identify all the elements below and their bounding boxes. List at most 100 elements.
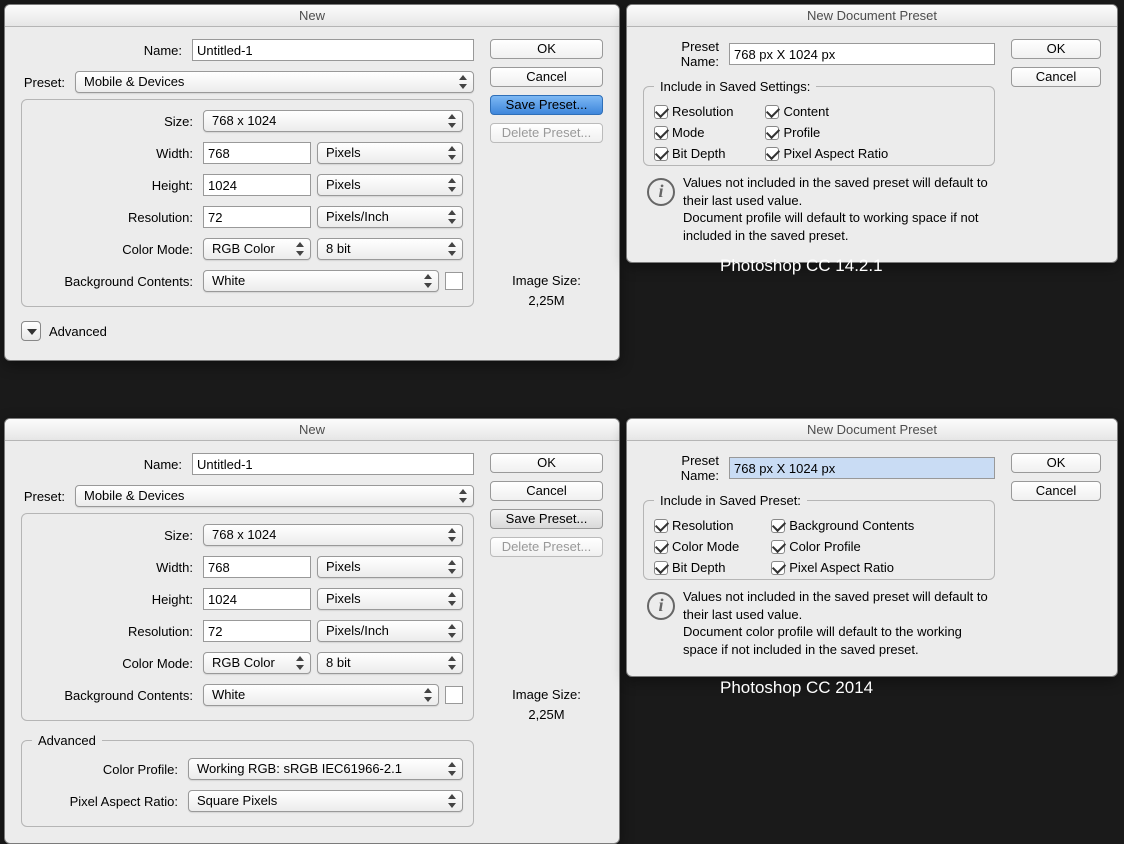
preset-select[interactable]: Mobile & Devices xyxy=(75,485,474,507)
colorprofile-checkbox[interactable] xyxy=(771,540,785,554)
width-label: Width: xyxy=(32,146,197,161)
size-label: Size: xyxy=(32,528,197,543)
preset-dialog-bottom: New Document Preset Preset Name: Include… xyxy=(626,418,1118,677)
delete-preset-button[interactable]: Delete Preset... xyxy=(490,123,603,143)
resolution-unit-select[interactable]: Pixels/Inch xyxy=(317,206,463,228)
colormode-checkbox[interactable] xyxy=(654,540,668,554)
cancel-button[interactable]: Cancel xyxy=(490,481,603,501)
name-label: Name: xyxy=(21,43,186,58)
width-unit-select[interactable]: Pixels xyxy=(317,556,463,578)
include-legend: Include in Saved Preset: xyxy=(654,493,807,508)
image-size-value: 2,25M xyxy=(490,291,603,311)
dimensions-group: Size: 768 x 1024 Width: Pixels Height: P… xyxy=(21,99,474,307)
bitdepth-checkbox[interactable] xyxy=(654,147,668,161)
mode-checkbox[interactable] xyxy=(654,126,668,140)
new-dialog-top: New Name: Preset: Mobile & Devices Size:… xyxy=(4,4,620,361)
save-preset-button[interactable]: Save Preset... xyxy=(490,509,603,529)
cancel-button[interactable]: Cancel xyxy=(490,67,603,87)
ok-button[interactable]: OK xyxy=(1011,453,1101,473)
resolution-checkbox[interactable] xyxy=(654,105,668,119)
delete-preset-button[interactable]: Delete Preset... xyxy=(490,537,603,557)
height-label: Height: xyxy=(32,592,197,607)
width-input[interactable] xyxy=(203,142,311,164)
bg-color-swatch[interactable] xyxy=(445,272,463,290)
dimensions-group: Size: 768 x 1024 Width: Pixels Height: P… xyxy=(21,513,474,721)
info-icon: i xyxy=(647,178,675,206)
preset-name-label: Preset Name: xyxy=(643,39,723,69)
name-input[interactable] xyxy=(192,453,474,475)
cancel-button[interactable]: Cancel xyxy=(1011,67,1101,87)
colormode-select[interactable]: RGB Color xyxy=(203,652,311,674)
advanced-label: Advanced xyxy=(49,324,107,339)
colormode-label: Color Mode: xyxy=(32,656,197,671)
new-dialog-bottom: New Name: Preset: Mobile & Devices Size:… xyxy=(4,418,620,844)
titlebar: New Document Preset xyxy=(627,5,1117,27)
preset-label: Preset: xyxy=(21,489,69,504)
height-input[interactable] xyxy=(203,588,311,610)
colordepth-select[interactable]: 8 bit xyxy=(317,652,463,674)
cancel-button[interactable]: Cancel xyxy=(1011,481,1101,501)
advanced-legend: Advanced xyxy=(32,733,102,748)
ok-button[interactable]: OK xyxy=(490,39,603,59)
bg-select[interactable]: White xyxy=(203,270,439,292)
version-label-top: Photoshop CC 14.2.1 xyxy=(720,256,883,276)
preset-name-input[interactable] xyxy=(729,457,995,479)
resolution-input[interactable] xyxy=(203,620,311,642)
colormode-label: Color Mode: xyxy=(32,242,197,257)
info-text: Values not included in the saved preset … xyxy=(683,588,991,658)
image-size-label: Image Size: xyxy=(490,685,603,705)
include-group: Include in Saved Preset: Resolution Colo… xyxy=(643,493,995,580)
par-checkbox[interactable] xyxy=(771,561,785,575)
info-icon: i xyxy=(647,592,675,620)
colormode-select[interactable]: RGB Color xyxy=(203,238,311,260)
bitdepth-checkbox[interactable] xyxy=(654,561,668,575)
advanced-group: Advanced Color Profile: Working RGB: sRG… xyxy=(21,733,474,827)
bg-label: Background Contents: xyxy=(32,688,197,703)
preset-label: Preset: xyxy=(21,75,69,90)
content-checkbox[interactable] xyxy=(765,105,779,119)
color-profile-select[interactable]: Working RGB: sRGB IEC61966-2.1 xyxy=(188,758,463,780)
size-select[interactable]: 768 x 1024 xyxy=(203,524,463,546)
preset-name-label: Preset Name: xyxy=(643,453,723,483)
preset-select[interactable]: Mobile & Devices xyxy=(75,71,474,93)
par-select[interactable]: Square Pixels xyxy=(188,790,463,812)
width-input[interactable] xyxy=(203,556,311,578)
name-input[interactable] xyxy=(192,39,474,61)
image-size-value: 2,25M xyxy=(490,705,603,725)
colordepth-select[interactable]: 8 bit xyxy=(317,238,463,260)
resolution-unit-select[interactable]: Pixels/Inch xyxy=(317,620,463,642)
preset-dialog-top: New Document Preset Preset Name: Include… xyxy=(626,4,1118,263)
image-size-label: Image Size: xyxy=(490,271,603,291)
include-legend: Include in Saved Settings: xyxy=(654,79,816,94)
height-unit-select[interactable]: Pixels xyxy=(317,174,463,196)
version-label-bottom: Photoshop CC 2014 xyxy=(720,678,873,698)
ok-button[interactable]: OK xyxy=(490,453,603,473)
ok-button[interactable]: OK xyxy=(1011,39,1101,59)
resolution-input[interactable] xyxy=(203,206,311,228)
resolution-label: Resolution: xyxy=(32,624,197,639)
resolution-checkbox[interactable] xyxy=(654,519,668,533)
height-label: Height: xyxy=(32,178,197,193)
par-checkbox[interactable] xyxy=(765,147,779,161)
save-preset-button[interactable]: Save Preset... xyxy=(490,95,603,115)
height-input[interactable] xyxy=(203,174,311,196)
width-unit-select[interactable]: Pixels xyxy=(317,142,463,164)
advanced-toggle[interactable] xyxy=(21,321,41,341)
titlebar: New Document Preset xyxy=(627,419,1117,441)
bg-color-swatch[interactable] xyxy=(445,686,463,704)
width-label: Width: xyxy=(32,560,197,575)
par-label: Pixel Aspect Ratio: xyxy=(32,794,182,809)
info-text: Values not included in the saved preset … xyxy=(683,174,991,244)
preset-name-input[interactable] xyxy=(729,43,995,65)
bg-label: Background Contents: xyxy=(32,274,197,289)
height-unit-select[interactable]: Pixels xyxy=(317,588,463,610)
resolution-label: Resolution: xyxy=(32,210,197,225)
name-label: Name: xyxy=(21,457,186,472)
bgcontents-checkbox[interactable] xyxy=(771,519,785,533)
titlebar: New xyxy=(5,5,619,27)
bg-select[interactable]: White xyxy=(203,684,439,706)
size-label: Size: xyxy=(32,114,197,129)
size-select[interactable]: 768 x 1024 xyxy=(203,110,463,132)
profile-checkbox[interactable] xyxy=(765,126,779,140)
titlebar: New xyxy=(5,419,619,441)
